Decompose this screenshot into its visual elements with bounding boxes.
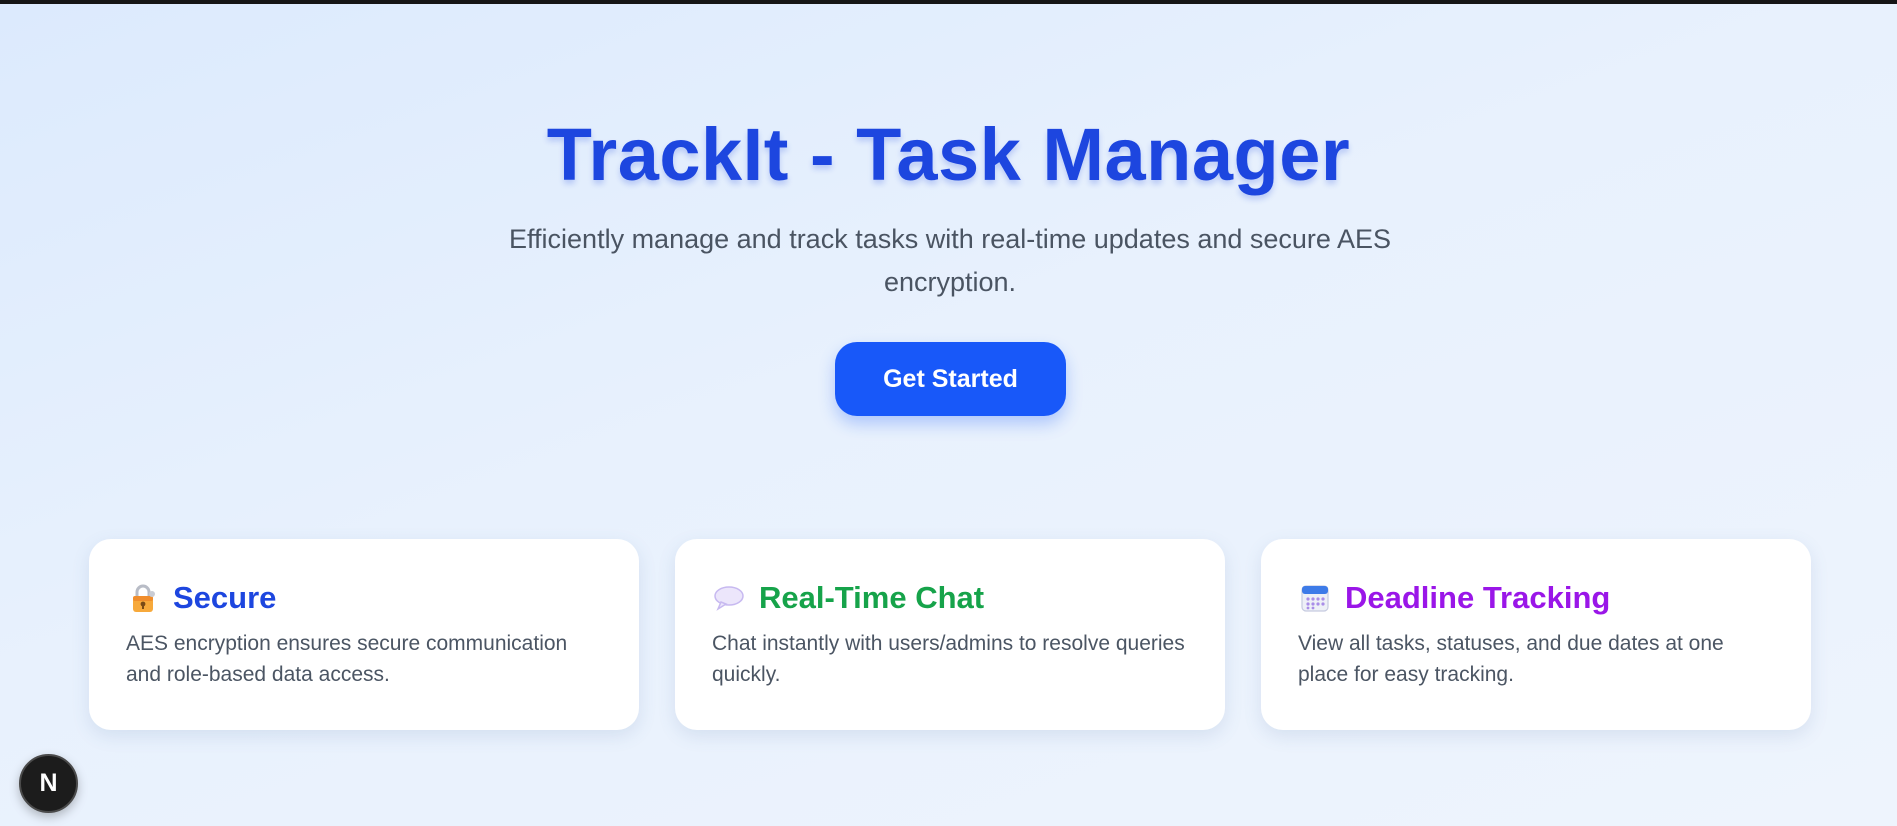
feature-card-deadline-tracking: Deadline Tracking View all tasks, status… (1261, 539, 1811, 730)
feature-description: Chat instantly with users/admins to reso… (712, 632, 1185, 686)
feature-title: Deadline Tracking (1345, 580, 1611, 615)
get-started-button[interactable]: Get Started (835, 342, 1066, 416)
feature-card-secure: Secure AES encryption ensures secure com… (89, 539, 639, 730)
lock-icon (127, 582, 159, 614)
feature-description: View all tasks, statuses, and due dates … (1298, 632, 1724, 686)
nextjs-badge-icon[interactable]: N (19, 754, 78, 813)
feature-description: AES encryption ensures secure communicat… (126, 632, 568, 686)
feature-card-header: Secure (127, 578, 276, 618)
feature-card-header: Deadline Tracking (1299, 578, 1610, 618)
hero-subtitle: Efficiently manage and track tasks with … (509, 224, 1391, 297)
calendar-icon (1299, 582, 1331, 614)
badge-letter: N (39, 769, 58, 797)
feature-card-real-time-chat: Real-Time Chat Chat instantly with users… (675, 539, 1225, 730)
feature-title: Secure (173, 580, 277, 615)
feature-card-header: Real-Time Chat (713, 578, 984, 618)
feature-title: Real-Time Chat (759, 580, 985, 615)
page-title: TrackIt - Task Manager (546, 113, 1351, 196)
speech-bubble-icon (713, 582, 745, 614)
